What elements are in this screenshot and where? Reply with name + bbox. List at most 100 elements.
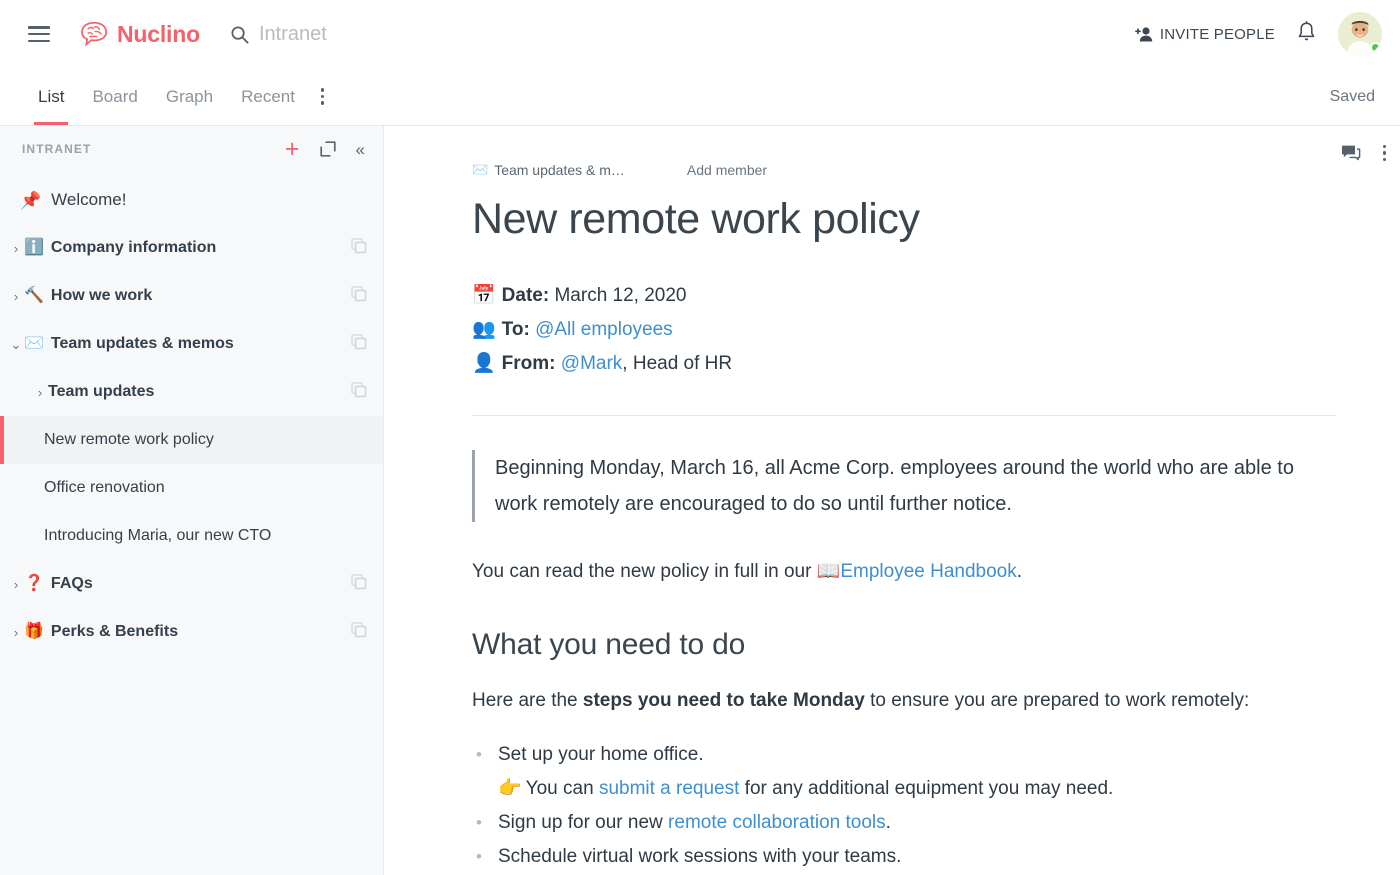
step-2-after: . [886, 812, 891, 833]
duplicate-icon[interactable] [351, 622, 367, 643]
document-pane: ✉️ Team updates & m… Add member New remo… [384, 126, 1400, 875]
info-icon: ℹ️ [24, 240, 44, 256]
sidebar-item-label: Team updates & memos [51, 335, 234, 353]
sidebar-item-new-remote-work-policy[interactable]: New remote work policy [0, 416, 383, 464]
sidebar-item-welcome[interactable]: 📌 Welcome! [0, 176, 383, 224]
duplicate-icon[interactable] [351, 238, 367, 259]
tab-recent[interactable]: Recent [227, 68, 309, 125]
tab-board-label: Board [92, 87, 137, 107]
brand-name: Nuclino [117, 21, 200, 48]
sidebar-item-label: Perks & Benefits [51, 623, 178, 641]
chevron-right-icon[interactable]: › [8, 242, 24, 255]
employee-handbook-link[interactable]: Employee Handbook [840, 561, 1016, 582]
highlight-quote: Beginning Monday, March 16, all Acme Cor… [472, 450, 1302, 522]
collapse-sidebar-icon[interactable]: « [356, 141, 365, 158]
remote-collaboration-tools-link[interactable]: remote collaboration tools [668, 812, 886, 833]
document-body: ✉️ Team updates & m… Add member New remo… [384, 126, 1400, 874]
comment-icon[interactable] [1341, 144, 1361, 162]
user-avatar[interactable] [1338, 12, 1382, 56]
sidebar-item-faqs[interactable]: › ❓ FAQs [0, 560, 383, 608]
steps-list: Set up your home office. [472, 738, 1336, 772]
notifications-bell-icon[interactable] [1297, 21, 1316, 48]
document-more-options-icon[interactable] [1383, 145, 1387, 162]
meta-date-value: March 12, 2020 [554, 285, 686, 306]
pointing-finger-icon: 👉 [498, 778, 522, 799]
duplicate-icon[interactable] [351, 334, 367, 355]
workspace-title: INTRANET [22, 142, 91, 156]
vertical-dots-icon [1383, 145, 1387, 162]
breadcrumb[interactable]: ✉️ Team updates & m… [472, 162, 625, 178]
tab-graph[interactable]: Graph [152, 68, 227, 125]
sidebar-item-label: New remote work policy [44, 431, 214, 449]
sidebar-item-label: Company information [51, 239, 216, 257]
page-title: New remote work policy [472, 196, 1336, 243]
view-tab-bar: List Board Graph Recent Saved [0, 68, 1400, 126]
envelope-icon: ✉️ [24, 336, 44, 352]
online-status-dot [1370, 42, 1381, 53]
meta-to: 👥To: @All employees [472, 313, 1336, 347]
sidebar: INTRANET + « 📌 Welcome! › ℹ️ Company inf… [0, 126, 384, 875]
breadcrumb-label: Team updates & m… [494, 162, 625, 178]
nuclino-brain-icon [80, 21, 110, 47]
expand-icon[interactable] [320, 141, 336, 157]
top-bar-actions: INVITE PEOPLE [1135, 12, 1382, 56]
list-item: Schedule virtual work sessions with your… [472, 840, 1336, 874]
sidebar-item-company-information[interactable]: › ℹ️ Company information [0, 224, 383, 272]
chevron-right-icon[interactable]: › [32, 386, 48, 399]
sidebar-item-label: How we work [51, 287, 152, 305]
sidebar-item-office-renovation[interactable]: Office renovation [0, 464, 383, 512]
brand-logo[interactable]: Nuclino [80, 21, 200, 48]
sidebar-item-label: Welcome! [51, 190, 126, 210]
sidebar-item-perks-and-benefits[interactable]: › 🎁 Perks & Benefits [0, 608, 383, 656]
add-item-icon[interactable]: + [285, 137, 300, 162]
sidebar-item-label: FAQs [51, 575, 93, 593]
duplicate-icon[interactable] [351, 382, 367, 403]
hamburger-bar [28, 33, 50, 36]
chevron-right-icon[interactable]: › [8, 626, 24, 639]
envelope-icon: ✉️ [472, 162, 488, 178]
tab-recent-label: Recent [241, 87, 295, 107]
invite-people-label: INVITE PEOPLE [1160, 26, 1275, 43]
sidebar-item-team-updates-and-memos[interactable]: ⌄ ✉️ Team updates & memos [0, 320, 383, 368]
chevron-right-icon[interactable]: › [8, 578, 24, 591]
calendar-icon: 📅 [472, 285, 496, 306]
top-bar: Nuclino Intranet INVITE PEOPLE [0, 0, 1400, 68]
document-header-row: ✉️ Team updates & m… Add member [472, 162, 1336, 178]
search-input[interactable]: Intranet [230, 23, 327, 46]
tab-graph-label: Graph [166, 87, 213, 107]
step-1-text: Set up your home office. [498, 744, 704, 765]
add-person-icon [1135, 26, 1154, 43]
hamburger-menu-icon[interactable] [28, 26, 50, 42]
duplicate-icon[interactable] [351, 286, 367, 307]
book-icon: 📖 [817, 561, 841, 582]
intro-before: Here are the [472, 690, 583, 711]
mention-mark[interactable]: @Mark [561, 353, 623, 374]
add-member-button[interactable]: Add member [687, 162, 767, 178]
mention-all-employees[interactable]: @All employees [535, 319, 673, 340]
submit-a-request-link[interactable]: submit a request [599, 778, 739, 799]
list-item: Sign up for our new remote collaboration… [472, 806, 1336, 840]
divider [472, 415, 1336, 416]
meta-from: 👤From: @Mark, Head of HR [472, 347, 1336, 381]
sidebar-header: INTRANET + « [0, 126, 383, 172]
chevron-right-icon[interactable]: › [8, 290, 24, 303]
sidebar-item-how-we-work[interactable]: › 🔨 How we work [0, 272, 383, 320]
step-1-subline: 👉You can submit a request for any additi… [472, 772, 1336, 806]
tabs-more-options-icon[interactable] [309, 68, 337, 125]
search-icon [230, 25, 249, 44]
document-toolbar [1341, 144, 1387, 162]
tab-board[interactable]: Board [78, 68, 151, 125]
hamburger-bar [28, 26, 50, 29]
list-item: Set up your home office. [472, 738, 1336, 772]
meta-date-label: Date: [502, 285, 550, 306]
step-3-text: Schedule virtual work sessions with your… [498, 846, 901, 867]
tab-list[interactable]: List [24, 68, 78, 125]
sidebar-item-team-updates[interactable]: › Team updates [0, 368, 383, 416]
chevron-down-icon[interactable]: ⌄ [8, 338, 24, 351]
invite-people-button[interactable]: INVITE PEOPLE [1135, 26, 1275, 43]
steps-list-continued: Sign up for our new remote collaboration… [472, 806, 1336, 874]
sidebar-item-introducing-maria[interactable]: Introducing Maria, our new CTO [0, 512, 383, 560]
duplicate-icon[interactable] [351, 574, 367, 595]
handbook-paragraph: You can read the new policy in full in o… [472, 556, 1336, 588]
hamburger-bar [28, 40, 50, 43]
